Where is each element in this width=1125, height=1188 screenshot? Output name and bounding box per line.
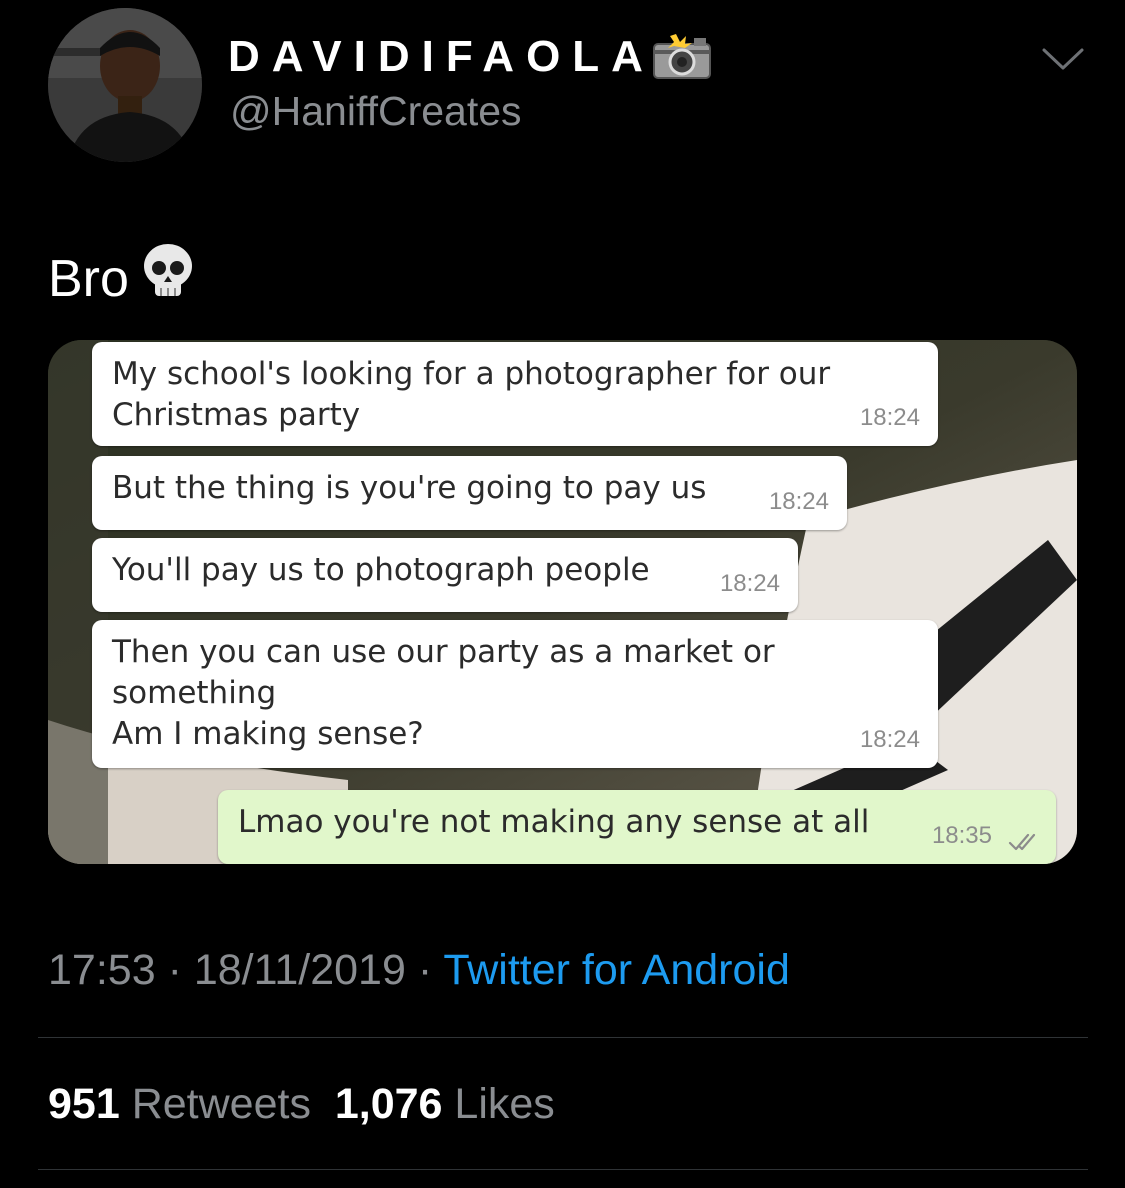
message-text: My school's looking for a photographer f… — [112, 356, 831, 433]
chat-message-incoming: You'll pay us to photograph people 18:24 — [92, 538, 798, 612]
retweets-stat[interactable]: 951 Retweets — [48, 1080, 311, 1128]
message-text: But the thing is you're going to pay us — [112, 470, 707, 506]
likes-count: 1,076 — [334, 1080, 443, 1128]
camera-with-flash-icon — [653, 34, 711, 79]
message-time: 18:24 — [768, 488, 829, 515]
tweet-text-content: Bro — [48, 250, 129, 308]
message-time: 18:24 — [719, 570, 780, 597]
message-text: Lmao you're not making any sense at all — [238, 804, 870, 840]
handle[interactable]: @HaniffCreates — [230, 86, 522, 136]
tweet-media-image[interactable]: My school's looking for a photographer f… — [48, 340, 1077, 864]
message-time: 18:24 — [859, 404, 920, 431]
chat-message-incoming: Then you can use our party as a market o… — [92, 620, 938, 768]
message-text: Then you can use our party as a market o… — [112, 634, 775, 752]
chat-message-incoming: But the thing is you're going to pay us … — [92, 456, 847, 530]
tweet-source-link[interactable]: Twitter for Android — [443, 946, 790, 994]
separator: · — [167, 946, 182, 994]
retweets-count: 951 — [48, 1080, 120, 1128]
divider — [38, 1169, 1088, 1170]
avatar[interactable] — [48, 8, 202, 162]
chat-message-incoming: My school's looking for a photographer f… — [92, 342, 938, 446]
retweets-label: Retweets — [131, 1080, 311, 1128]
skull-icon — [143, 244, 192, 296]
display-name[interactable]: DAVIDIFAOLA — [228, 30, 655, 84]
tweet-time: 17:53 — [48, 946, 156, 994]
message-time: 18:35 — [931, 822, 992, 849]
divider — [38, 1037, 1088, 1038]
likes-stat[interactable]: 1,076 Likes — [335, 1080, 555, 1128]
tweet-date: 18/11/2019 — [193, 946, 406, 994]
message-text: You'll pay us to photograph people — [112, 552, 650, 588]
message-time: 18:24 — [859, 726, 920, 753]
separator: · — [417, 946, 433, 994]
double-check-icon — [1008, 833, 1036, 851]
chat-message-outgoing: Lmao you're not making any sense at all … — [218, 790, 1056, 864]
chevron-down-icon[interactable] — [1040, 44, 1086, 74]
tweet-stats: 951 Retweets 1,076 Likes — [48, 1078, 555, 1130]
tweet-timestamp: 17:53 · 18/11/2019 · Twitter for Android — [48, 944, 790, 996]
tweet-text: Bro — [48, 240, 199, 312]
avatar-photo — [48, 8, 202, 162]
likes-label: Likes — [454, 1080, 555, 1128]
